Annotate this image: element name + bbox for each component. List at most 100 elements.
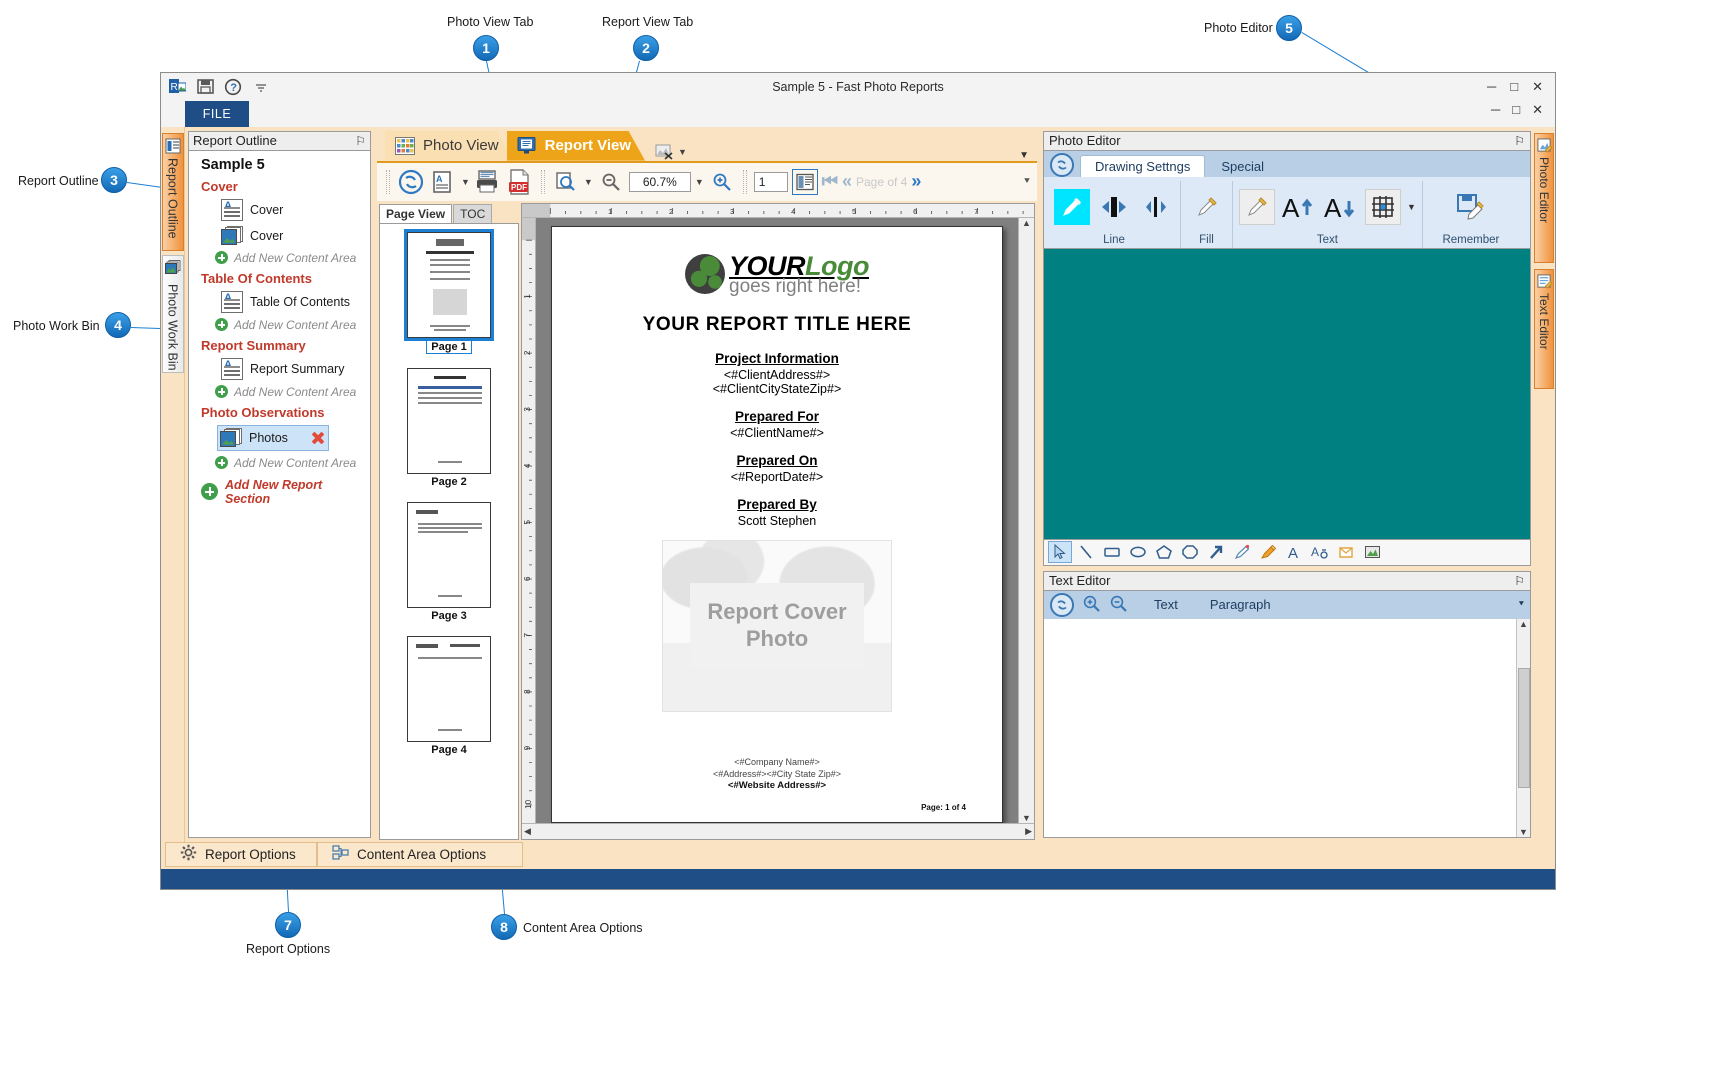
- outline-section-report-summary[interactable]: Report Summary: [201, 338, 366, 353]
- toolbar-grip-2[interactable]: [540, 169, 545, 194]
- zoom-in-button[interactable]: [708, 167, 736, 197]
- text-background-chevron-icon[interactable]: ▼: [1407, 202, 1416, 212]
- scroll-down-icon[interactable]: ▼: [1519, 827, 1528, 837]
- page-number-input[interactable]: 1: [753, 171, 788, 192]
- photo-editor-tab-drawing-settings[interactable]: Drawing Settngs: [1080, 154, 1206, 177]
- pentagon-tool[interactable]: [1152, 541, 1176, 563]
- toolbar-overflow-icon[interactable]: ⯆: [1023, 176, 1031, 187]
- pin-icon[interactable]: ⚐: [1514, 574, 1525, 588]
- zoom-out-button[interactable]: [597, 167, 625, 197]
- page-canvas[interactable]: YOURLogo goes right here! YOUR REPORT TI…: [536, 217, 1018, 823]
- insert-image-tool[interactable]: [1360, 541, 1384, 563]
- text-editor-zoom-out-button[interactable]: [1109, 594, 1128, 616]
- add-new-report-section[interactable]: Add New Report Section: [201, 478, 366, 506]
- pin-icon[interactable]: ⚐: [1514, 134, 1525, 148]
- line-color-picker-button[interactable]: [1054, 189, 1090, 226]
- outline-item-toc[interactable]: Table Of Contents: [221, 290, 366, 313]
- outline-item-photos[interactable]: Photos: [217, 424, 329, 451]
- text-editor-scrollbar[interactable]: ▲ ▼: [1516, 618, 1530, 837]
- increase-font-size-button[interactable]: A: [1281, 189, 1317, 225]
- zoom-chevron-icon[interactable]: ▼: [584, 177, 593, 187]
- arrow-tool[interactable]: [1204, 541, 1228, 563]
- report-options-button[interactable]: Report Options: [165, 841, 317, 868]
- text-editor-body[interactable]: ▲ ▼: [1043, 618, 1531, 838]
- photo-editor-refresh-button[interactable]: [1050, 152, 1074, 177]
- photo-editor-tab-special[interactable]: Special: [1207, 156, 1278, 177]
- callout-tool[interactable]: [1334, 541, 1358, 563]
- text-editor-overflow-icon[interactable]: ⯆: [1518, 599, 1525, 610]
- right-tab-photo-editor[interactable]: Photo Editor: [1534, 132, 1554, 263]
- outline-item-report-summary[interactable]: Report Summary: [221, 357, 366, 380]
- print-button[interactable]: [474, 167, 502, 197]
- outline-section-photo-observations[interactable]: Photo Observations: [201, 405, 366, 420]
- fill-color-picker-button[interactable]: [1189, 189, 1225, 225]
- rectangle-tool[interactable]: [1100, 541, 1124, 563]
- page-setup-chevron-icon[interactable]: ▼: [461, 177, 470, 187]
- outline-item-cover-photo[interactable]: Cover: [221, 225, 366, 246]
- text-background-button[interactable]: [1365, 189, 1401, 226]
- inner-restore-button[interactable]: □: [1512, 103, 1520, 116]
- thumbnail-page-4[interactable]: Page 4: [407, 635, 491, 756]
- customize-qat-icon[interactable]: [251, 77, 271, 97]
- tab-photo-view[interactable]: Photo View: [385, 130, 513, 161]
- highlighter-tool[interactable]: [1256, 541, 1280, 563]
- page-setup-button[interactable]: A: [429, 167, 457, 197]
- sidebar-tab-report-outline[interactable]: Report Outline: [161, 132, 184, 251]
- add-new-content-area-toc[interactable]: Add New Content Area: [215, 318, 366, 332]
- tab-toc[interactable]: TOC: [453, 203, 493, 223]
- scroll-left-icon[interactable]: ◀: [524, 826, 531, 837]
- file-menu-tab[interactable]: FILE: [185, 100, 249, 127]
- inner-minimize-button[interactable]: ─: [1491, 103, 1500, 116]
- zoom-value-chevron-icon[interactable]: ▼: [695, 177, 704, 187]
- page-layout-button[interactable]: [791, 168, 818, 195]
- scroll-up-icon[interactable]: ▲: [1022, 218, 1031, 228]
- tab-report-view[interactable]: Report View: [506, 130, 646, 161]
- toolbar-grip[interactable]: [386, 169, 390, 194]
- pencil-tool[interactable]: [1230, 541, 1254, 563]
- next-page-button[interactable]: »: [911, 171, 921, 192]
- zoom-level-input[interactable]: 60.7%: [628, 171, 691, 192]
- export-pdf-button[interactable]: PDF: [506, 167, 534, 197]
- line-tool[interactable]: [1074, 541, 1098, 563]
- text-editor-tab-text[interactable]: Text: [1154, 597, 1178, 612]
- text-editor-tab-paragraph[interactable]: Paragraph: [1210, 597, 1271, 612]
- delete-icon[interactable]: [310, 430, 326, 446]
- photo-editor-canvas[interactable]: [1043, 248, 1531, 540]
- zoom-tool-button[interactable]: [552, 167, 580, 197]
- outline-section-cover[interactable]: Cover: [201, 179, 366, 194]
- text-rotate-tool[interactable]: A: [1308, 541, 1332, 563]
- line-width-decrease-button[interactable]: [1138, 189, 1174, 225]
- page-vertical-scrollbar[interactable]: ▲ ▼: [1018, 217, 1034, 823]
- add-new-content-area-cover[interactable]: Add New Content Area: [215, 251, 366, 265]
- close-button[interactable]: ✕: [1532, 80, 1543, 93]
- line-width-increase-button[interactable]: [1096, 189, 1132, 225]
- page-horizontal-scrollbar[interactable]: ◀ ▶: [522, 822, 1034, 839]
- decrease-font-size-button[interactable]: A: [1323, 189, 1359, 225]
- add-new-content-area-summary[interactable]: Add New Content Area: [215, 385, 366, 399]
- tabstrip-expand-icon[interactable]: ▼: [1019, 150, 1029, 161]
- text-tool[interactable]: A: [1282, 541, 1306, 563]
- thumbnail-page-2[interactable]: Page 2: [407, 367, 491, 488]
- toolbar-grip-3[interactable]: [742, 169, 747, 194]
- refresh-button[interactable]: [397, 167, 425, 197]
- help-icon[interactable]: ?: [223, 77, 243, 97]
- right-tab-text-editor[interactable]: Text Editor: [1534, 268, 1554, 389]
- inner-close-button[interactable]: ✕: [1532, 103, 1543, 116]
- thumbnail-list[interactable]: Page 1 Page 2 Page 3 Page 4: [379, 222, 519, 840]
- text-editor-zoom-in-button[interactable]: [1082, 594, 1101, 616]
- report-page[interactable]: YOURLogo goes right here! YOUR REPORT TI…: [551, 225, 1003, 823]
- ellipse-tool[interactable]: [1126, 541, 1150, 563]
- prev-page-button[interactable]: «: [842, 171, 852, 192]
- text-color-picker-button[interactable]: [1239, 189, 1275, 226]
- thumbnail-page-1[interactable]: Page 1: [404, 228, 494, 354]
- text-editor-refresh-button[interactable]: [1050, 592, 1074, 617]
- thumbnail-page-3[interactable]: Page 3: [407, 501, 491, 622]
- remember-settings-button[interactable]: [1453, 189, 1489, 225]
- report-cover-photo-placeholder[interactable]: Report Cover Photo: [662, 539, 892, 712]
- scroll-down-icon[interactable]: ▼: [1022, 813, 1031, 823]
- outline-item-cover-doc[interactable]: Cover: [221, 198, 366, 221]
- content-area-options-button[interactable]: Content Area Options: [317, 841, 523, 868]
- outline-section-toc[interactable]: Table Of Contents: [201, 271, 366, 286]
- save-icon[interactable]: [195, 77, 215, 97]
- first-page-button[interactable]: ⏮: [822, 171, 838, 192]
